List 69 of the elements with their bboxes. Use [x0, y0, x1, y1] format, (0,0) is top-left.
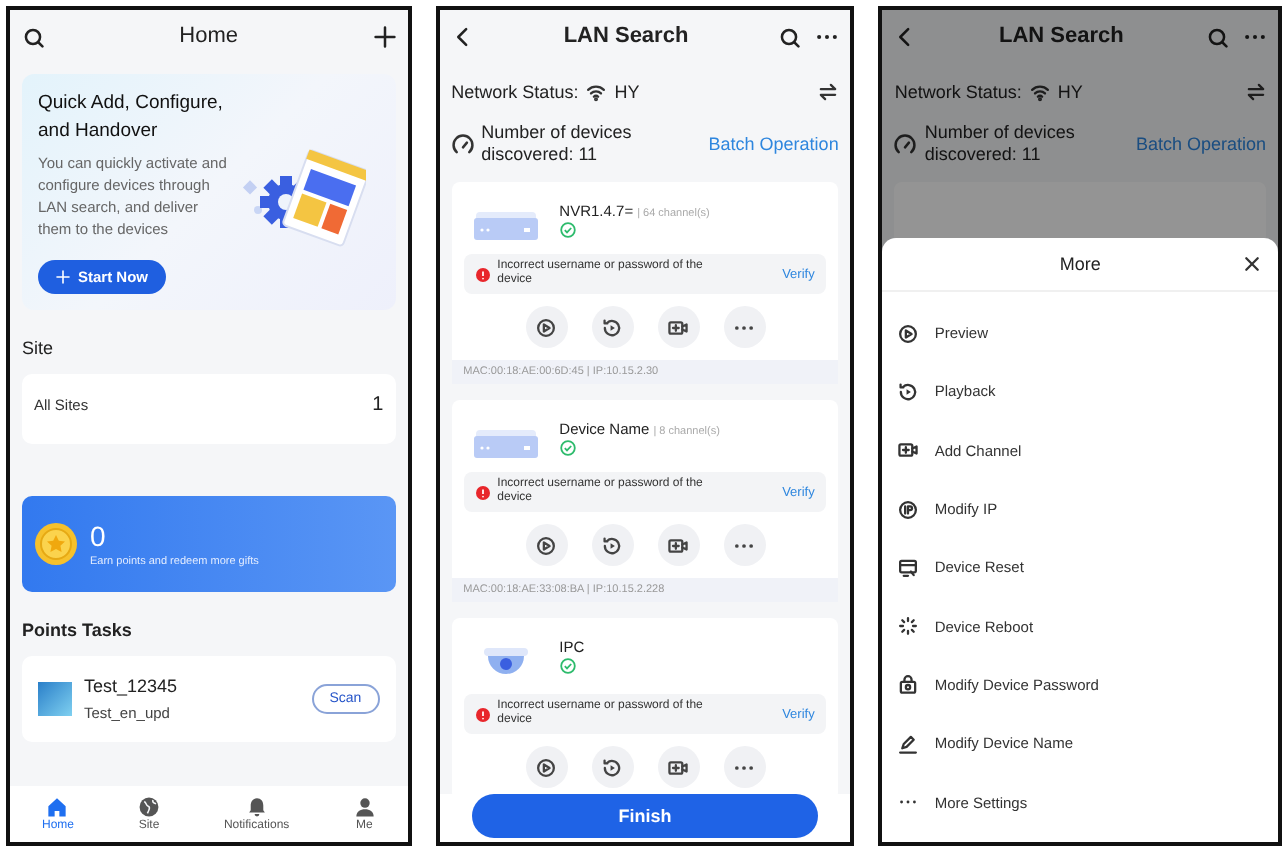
gauge-icon: [894, 133, 917, 155]
device-count: Number of devices discovered: 11: [481, 122, 634, 166]
error-icon: [475, 267, 490, 281]
recorder-icon: [471, 428, 540, 460]
thumbnail-image: [38, 682, 72, 716]
network-status-label: Network Status:: [894, 82, 1022, 102]
play-circle-button[interactable]: [525, 746, 567, 788]
screen-title: LAN Search: [998, 24, 1124, 48]
add-video-icon: [668, 317, 688, 337]
network-name: HY: [1057, 82, 1085, 102]
recorder-icon: [471, 210, 540, 242]
replay-button[interactable]: [591, 524, 633, 566]
ip-icon: [898, 499, 919, 520]
close-icon[interactable]: [1242, 254, 1262, 274]
search-icon[interactable]: [22, 25, 44, 47]
wifi-icon: [1029, 82, 1050, 102]
add-video-button[interactable]: [657, 746, 699, 788]
error-icon: [475, 485, 490, 499]
add-video-icon: [668, 535, 688, 555]
replay-button[interactable]: [591, 746, 633, 788]
add-video-button[interactable]: [657, 524, 699, 566]
play-circle-icon: [536, 535, 556, 555]
add-video-button[interactable]: [657, 306, 699, 348]
gauge-icon: [451, 133, 474, 155]
screen-title: Home: [179, 24, 238, 48]
more-button[interactable]: [723, 524, 765, 566]
pencil-icon: [898, 733, 919, 754]
replay-icon: [602, 757, 622, 777]
finish-button[interactable]: Finish: [471, 794, 819, 838]
more-button[interactable]: [723, 306, 765, 348]
replay-button[interactable]: [591, 306, 633, 348]
home-icon: [46, 796, 69, 818]
replay-icon: [898, 381, 919, 402]
play-circle-icon: [536, 757, 556, 777]
coin-icon: [34, 522, 78, 566]
task-name: Test_12345: [84, 676, 180, 696]
swap-icon[interactable]: [1246, 82, 1266, 102]
more-button[interactable]: [723, 746, 765, 788]
network-status-label: Network Status:: [451, 82, 579, 102]
play-circle-button[interactable]: [525, 524, 567, 566]
add-video-icon: [668, 757, 688, 777]
spinner-icon: [898, 616, 919, 637]
play-circle-icon: [536, 317, 556, 337]
section-heading: Points Tasks: [22, 618, 134, 644]
play-circle-button[interactable]: [525, 306, 567, 348]
section-heading: Site: [22, 336, 56, 362]
lock-icon: [898, 674, 919, 695]
points-value: 0: [90, 520, 108, 552]
sheet-title: More: [1059, 254, 1101, 274]
search-icon[interactable]: [778, 25, 801, 47]
add-icon[interactable]: [373, 25, 396, 47]
plus-icon: [56, 270, 70, 284]
swap-icon[interactable]: [818, 82, 839, 102]
replay-icon: [602, 535, 622, 555]
banner-title: Quick Add, Configure, and Handover: [38, 90, 225, 146]
error-icon: [475, 707, 490, 721]
site-count: 1: [372, 394, 384, 416]
monitor-icon: [898, 557, 919, 578]
globe-icon: [137, 796, 160, 818]
screen-title: LAN Search: [563, 24, 689, 48]
bell-icon: [245, 796, 268, 818]
person-icon: [353, 796, 376, 818]
play-circle-icon: [898, 323, 919, 344]
wifi-icon: [586, 82, 607, 102]
search-icon[interactable]: [1206, 25, 1228, 47]
replay-icon: [602, 317, 622, 337]
network-name: HY: [614, 82, 642, 102]
device-count: Number of devices discovered: 11: [924, 122, 1077, 166]
add-video-icon: [898, 440, 919, 461]
